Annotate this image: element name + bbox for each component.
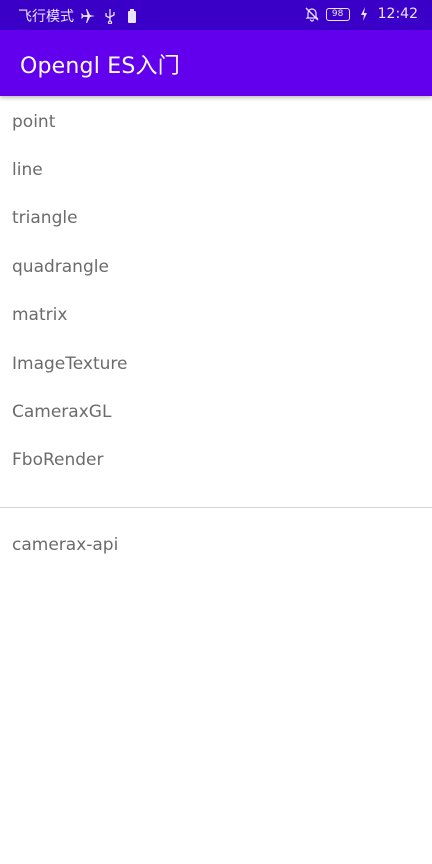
mute-icon bbox=[304, 6, 320, 22]
clock: 12:42 bbox=[377, 6, 418, 22]
list-item-line[interactable]: line bbox=[12, 156, 43, 184]
status-left: 飞行模式 bbox=[18, 6, 140, 26]
airplane-icon bbox=[80, 8, 96, 24]
list-item-point[interactable]: point bbox=[12, 108, 55, 136]
list-item-quadrangle[interactable]: quadrangle bbox=[12, 253, 109, 281]
battery-saver-icon bbox=[124, 8, 140, 24]
list-item-imagetexture[interactable]: ImageTexture bbox=[12, 350, 127, 378]
battery-indicator: 98 bbox=[325, 7, 350, 21]
list-divider bbox=[0, 507, 432, 508]
list-item-fborender[interactable]: FboRender bbox=[12, 446, 104, 474]
app-title: Opengl ES入门 bbox=[20, 54, 180, 79]
status-right: 98 12:42 bbox=[304, 6, 418, 22]
carrier-text: 飞行模式 bbox=[18, 9, 74, 25]
status-bar: 飞行模式 98 12:42 bbox=[0, 0, 432, 30]
list-item-cameraxgl[interactable]: CameraxGL bbox=[12, 398, 111, 426]
usb-icon bbox=[102, 8, 118, 24]
list-item-camerax-api[interactable]: camerax-api bbox=[12, 531, 118, 559]
list-item-matrix[interactable]: matrix bbox=[12, 301, 67, 329]
app-bar: Opengl ES入门 bbox=[0, 30, 432, 96]
charging-icon bbox=[356, 6, 372, 22]
list-item-triangle[interactable]: triangle bbox=[12, 204, 78, 232]
